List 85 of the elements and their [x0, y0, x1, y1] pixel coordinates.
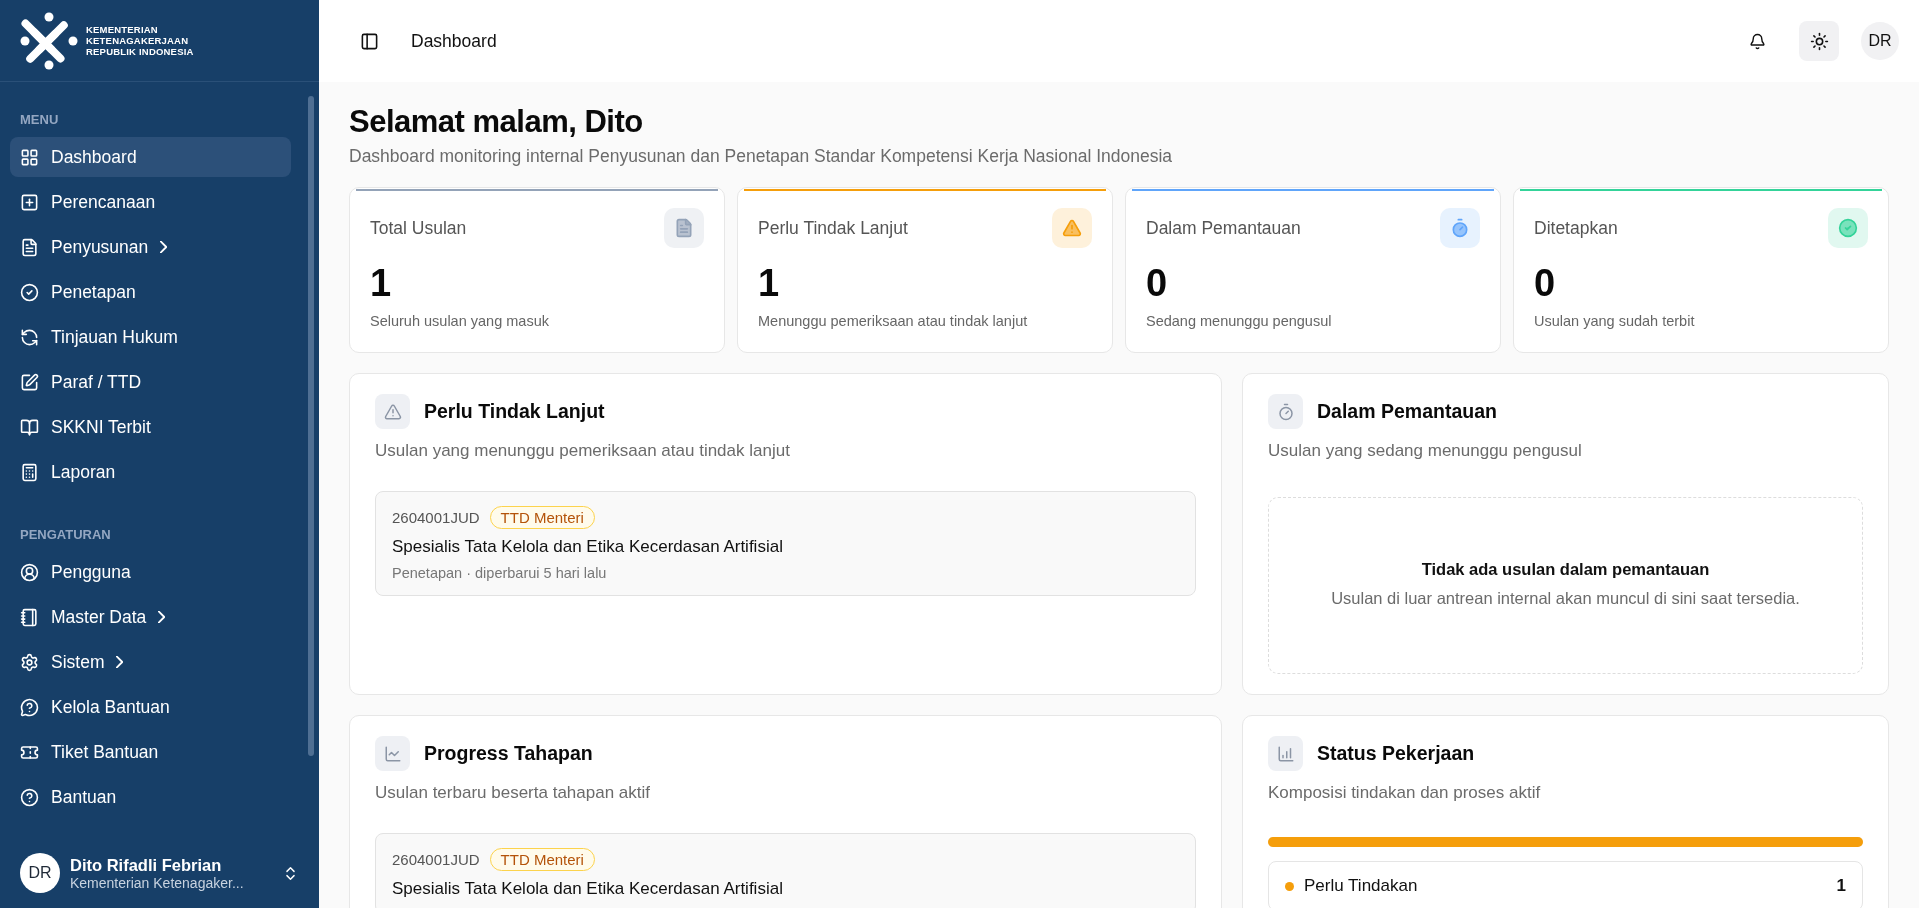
user-circle-icon	[20, 562, 39, 582]
pen-square-icon	[20, 372, 39, 392]
panel-subtitle: Usulan yang menunggu pemeriksaan atau tindak lanjut	[375, 441, 791, 461]
grid-icon	[20, 147, 39, 167]
proposal-meta: Penetapan · diperbarui 5 hari lalu	[392, 565, 608, 581]
warning-icon	[1062, 218, 1082, 238]
empty-title: Tidak ada usulan dalam pemantauan	[1421, 560, 1710, 580]
status-badge: TTD Menteri	[489, 848, 595, 871]
stat-caption: Seluruh usulan yang masuk	[370, 313, 550, 329]
bell-icon	[1748, 32, 1766, 50]
book-icon	[20, 417, 39, 437]
timer-icon	[1450, 218, 1470, 238]
user-name: Dito Rifadli Febrian	[70, 855, 223, 875]
legend-count: 1	[1836, 876, 1846, 896]
logo-text: REPUBLIK INDONESIA	[86, 46, 194, 57]
page-title: Dashboard	[411, 30, 498, 52]
stat-caption: Menunggu pemeriksaan atau tindak lanjut	[758, 313, 1029, 329]
nav-item[interactable]: Perencanaan	[10, 182, 291, 222]
section-heading: PENGATURAN	[19, 526, 112, 544]
empty-text: Usulan di luar antrean internal akan muncul di sini saat tersedia.	[1331, 588, 1800, 610]
avatar: DR	[20, 853, 60, 893]
stat-value: 1	[758, 262, 781, 305]
proposal-code: 2604001JUD	[392, 851, 480, 868]
nav-item[interactable]: Kelola Bantuan	[10, 687, 291, 727]
chat-question-icon	[20, 697, 39, 717]
stat-label: Total Usulan	[370, 218, 467, 239]
line-chart-icon	[383, 744, 402, 763]
nav-item[interactable]: Tinjauan Hukum	[10, 317, 291, 357]
greeting-subtitle: Dashboard monitoring internal Penyusunan dan Penetapan Standar Kompetensi Kerja Nasional Indonesia	[349, 146, 1174, 167]
stat-label: Dalam Pemantauan	[1146, 218, 1301, 239]
proposal-row[interactable]: 2604001JUD TTD Menteri Spesialis Tata Kelola dan Etika Kecerdasan Artifisial Penetapan · diperbarui 5 hari lalu	[375, 491, 1196, 596]
stat-caption: Usulan yang sudah terbit	[1534, 313, 1696, 329]
nav-item[interactable]: Paraf / TTD	[10, 362, 291, 402]
sidebar-panel-icon	[359, 31, 379, 51]
stat-label: Perlu Tindak Lanjut	[758, 218, 908, 239]
proposal-title: Spesialis Tata Kelola dan Etika Kecerdasan Artifisial	[392, 537, 784, 557]
stat-label: Ditetapkan	[1534, 218, 1618, 239]
stat-caption: Sedang menunggu pengusul	[1146, 313, 1333, 329]
proposal-code: 2604001JUD	[392, 509, 480, 526]
calculator-icon	[20, 462, 39, 482]
greeting-title: Selamat malam, Dito	[349, 104, 644, 140]
panel-subtitle: Komposisi tindakan dan proses aktif	[1268, 783, 1542, 803]
check-circle-icon	[20, 282, 39, 302]
status-badge: TTD Menteri	[489, 506, 595, 529]
sun-icon	[1809, 31, 1829, 51]
nav-item[interactable]: Tiket Bantuan	[10, 732, 291, 772]
nav-item[interactable]: Penyusunan	[10, 227, 291, 267]
proposal-title: Spesialis Tata Kelola dan Etika Kecerdasan Artifisial	[392, 879, 784, 899]
nav-item[interactable]: Penetapan	[10, 272, 291, 312]
nav-item[interactable]: Dashboard	[10, 137, 291, 177]
panel-title: Perlu Tindak Lanjut	[424, 400, 605, 423]
panel-subtitle: Usulan yang sedang menunggu pengusul	[1268, 441, 1583, 461]
check-circle-icon	[1838, 218, 1858, 238]
theme-button[interactable]	[1799, 21, 1839, 61]
nav-item[interactable]: Pengguna	[10, 552, 291, 592]
warning-icon	[383, 402, 402, 421]
logo-icon	[20, 11, 78, 70]
user-org: Kementerian Ketenagaker...	[70, 874, 245, 891]
panel-title: Dalam Pemantauan	[1317, 400, 1497, 423]
avatar[interactable]: DR	[1861, 22, 1899, 60]
plus-square-icon	[20, 192, 39, 212]
nav-item[interactable]: Master Data	[10, 597, 291, 637]
legend-label: Perlu Tindakan	[1304, 876, 1419, 896]
document-icon	[674, 218, 694, 238]
section-heading: MENU	[19, 111, 60, 129]
nav-item[interactable]: Sistem	[10, 642, 291, 682]
logo-text: KEMENTERIAN	[86, 24, 159, 35]
stat-value: 0	[1534, 262, 1557, 305]
refresh-icon	[20, 327, 39, 347]
nav-item[interactable]: Bantuan	[10, 777, 291, 817]
panel-title: Progress Tahapan	[424, 742, 593, 765]
timer-icon	[1276, 402, 1295, 421]
document-icon	[20, 237, 39, 257]
logo-text: KETENAGAKERJAAN	[86, 35, 190, 46]
stat-value: 0	[1146, 262, 1169, 305]
notebook-icon	[20, 607, 39, 627]
nav-item[interactable]: Laporan	[10, 452, 291, 492]
settings-icon	[20, 652, 39, 672]
panel-subtitle: Usulan terbaru beserta tahapan aktif	[375, 783, 651, 803]
panel-title: Status Pekerjaan	[1317, 742, 1475, 765]
stat-value: 1	[370, 262, 393, 305]
help-icon	[20, 787, 39, 807]
nav-item[interactable]: SKKNI Terbit	[10, 407, 291, 447]
proposal-row[interactable]: 2604001JUD TTD Menteri Spesialis Tata Kelola dan Etika Kecerdasan Artifisial	[375, 833, 1196, 908]
bar-chart-icon	[1276, 744, 1295, 763]
